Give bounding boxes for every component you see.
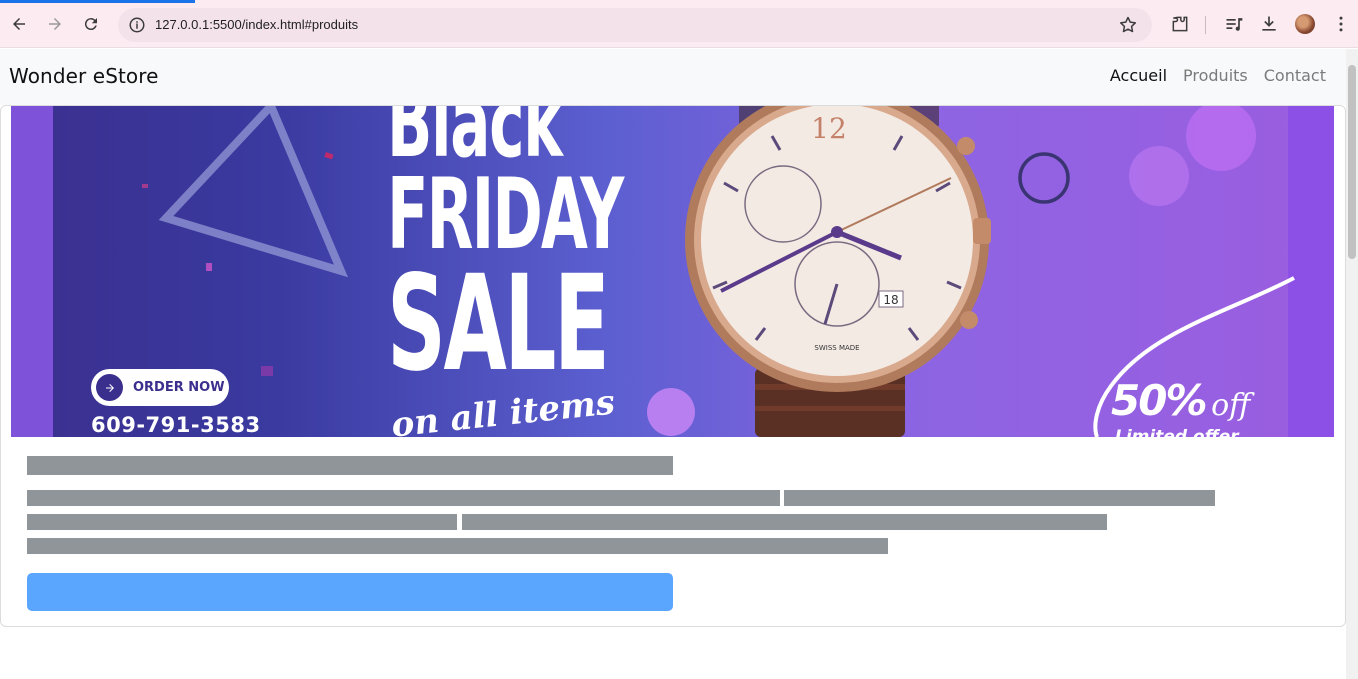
- site-info-icon[interactable]: [128, 16, 146, 34]
- banner-discount: 50% off: [1111, 376, 1250, 425]
- card-text-placeholder: [462, 514, 1107, 530]
- download-icon[interactable]: [1259, 14, 1279, 34]
- discount-value: 50%: [1111, 376, 1208, 425]
- black-friday-banner: 18 12 SWISS MADE Black FRIDAY SALE on al…: [11, 106, 1334, 437]
- banner-phone: 609-791-3583: [91, 413, 261, 437]
- card-text-placeholder: [27, 514, 457, 530]
- nav-links: Accueil Produits Contact: [1110, 66, 1326, 85]
- address-bar[interactable]: 127.0.0.1:5500/index.html#produits: [118, 8, 1152, 42]
- order-now-button[interactable]: ORDER NOW: [91, 369, 229, 406]
- watch-hour-12: 12: [811, 112, 847, 145]
- discount-suffix: off: [1211, 388, 1251, 423]
- extensions-icon[interactable]: [1170, 14, 1190, 34]
- card-text-placeholder: [27, 538, 888, 554]
- arrow-right-icon: [49, 18, 61, 30]
- card-title-placeholder: [27, 456, 673, 475]
- browser-toolbar: 127.0.0.1:5500/index.html#produits: [0, 0, 1358, 48]
- url-text[interactable]: 127.0.0.1:5500/index.html#produits: [155, 17, 358, 32]
- reload-button[interactable]: [78, 11, 104, 37]
- card-button-placeholder[interactable]: [27, 573, 673, 611]
- scrollbar-thumb[interactable]: [1348, 65, 1356, 259]
- media-queue-icon[interactable]: [1224, 14, 1244, 34]
- page-viewport: Wonder eStore Accueil Produits Contact 1…: [0, 49, 1346, 679]
- headline-sale: SALE: [387, 247, 610, 402]
- profile-avatar[interactable]: [1295, 14, 1315, 34]
- watch-date: 18: [883, 293, 898, 307]
- page-scrollbar[interactable]: [1346, 49, 1358, 679]
- nav-link-produits[interactable]: Produits: [1183, 66, 1248, 85]
- arrow-right-icon: [96, 374, 123, 401]
- nav-link-contact[interactable]: Contact: [1264, 66, 1326, 85]
- toolbar-separator: [1205, 16, 1206, 34]
- reload-icon: [84, 18, 97, 31]
- card-text-placeholder: [784, 490, 1215, 506]
- site-brand[interactable]: Wonder eStore: [9, 64, 159, 88]
- page-load-progress: [0, 0, 195, 3]
- watch-swiss-made: SWISS MADE: [814, 344, 859, 352]
- site-navbar: Wonder eStore Accueil Produits Contact: [0, 49, 1346, 105]
- product-card: 18 12 SWISS MADE Black FRIDAY SALE on al…: [0, 105, 1346, 627]
- nav-link-accueil[interactable]: Accueil: [1110, 66, 1167, 85]
- more-options-icon[interactable]: [1331, 14, 1351, 34]
- card-text-placeholder: [27, 490, 780, 506]
- forward-button[interactable]: [42, 11, 68, 37]
- order-now-label: ORDER NOW: [133, 380, 225, 395]
- banner-headline: Black FRIDAY SALE: [387, 106, 624, 402]
- limited-offer: Limited offer: [1115, 427, 1239, 437]
- back-button[interactable]: [6, 11, 32, 37]
- bookmark-star-icon[interactable]: [1118, 15, 1138, 35]
- arrow-left-icon: [13, 18, 25, 30]
